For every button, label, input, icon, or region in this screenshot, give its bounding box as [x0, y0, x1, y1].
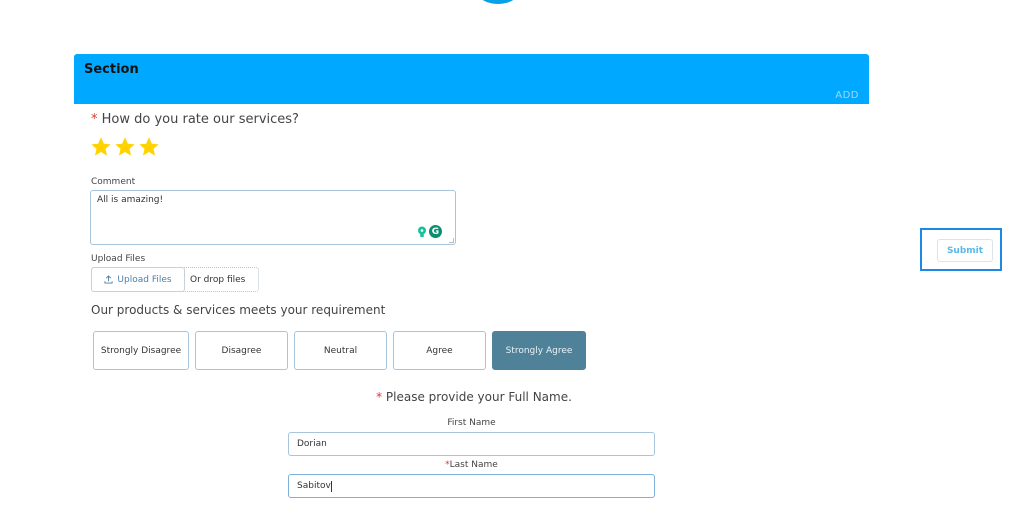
lightbulb-icon[interactable] — [417, 226, 427, 238]
last-name-value: Sabitov — [297, 481, 331, 491]
drop-files-text: Or drop files — [190, 274, 246, 285]
last-name-input[interactable]: Sabitov — [288, 474, 655, 498]
likert-scale: Strongly Disagree Disagree Neutral Agree… — [93, 331, 586, 370]
likert-option-strongly-disagree[interactable]: Strongly Disagree — [93, 331, 189, 370]
likert-question: Our products & services meets your requi… — [91, 303, 386, 317]
upload-icon — [104, 275, 113, 284]
upload-label: Upload Files — [91, 254, 146, 264]
star-icon[interactable] — [114, 136, 136, 158]
rating-question: * How do you rate our services? — [91, 112, 299, 127]
file-drop-zone[interactable]: Upload Files Or drop files — [91, 267, 259, 292]
required-mark: * — [376, 390, 383, 404]
resize-handle[interactable] — [449, 238, 454, 243]
upload-button-label: Upload Files — [117, 274, 172, 285]
add-button[interactable]: ADD — [835, 90, 859, 101]
comment-value: All is amazing! — [97, 195, 164, 205]
logo-circle — [477, 0, 519, 4]
grammarly-widget[interactable]: G — [414, 224, 445, 239]
star-rating[interactable] — [90, 136, 160, 158]
grammarly-icon[interactable]: G — [429, 225, 442, 238]
required-mark: * — [91, 112, 98, 127]
comment-label: Comment — [91, 177, 136, 187]
submit-focus-frame: Submit — [920, 228, 1002, 271]
first-name-input[interactable]: Dorian — [288, 432, 655, 456]
likert-option-agree[interactable]: Agree — [393, 331, 486, 370]
full-name-question: * Please provide your Full Name. — [0, 390, 948, 404]
star-icon[interactable] — [138, 136, 160, 158]
first-name-label: First Name — [447, 418, 496, 428]
submit-button[interactable]: Submit — [937, 239, 993, 262]
likert-option-disagree[interactable]: Disagree — [195, 331, 288, 370]
upload-files-button[interactable]: Upload Files — [91, 267, 185, 292]
rating-question-text: How do you rate our services? — [101, 112, 299, 127]
star-icon[interactable] — [90, 136, 112, 158]
section-header: Section ADD — [74, 54, 869, 104]
comment-textarea[interactable]: All is amazing! G — [90, 190, 456, 245]
text-caret — [330, 480, 332, 492]
last-name-label: *Last Name — [288, 460, 655, 470]
last-name-label-text: Last Name — [449, 460, 498, 470]
section-title: Section — [84, 62, 139, 77]
likert-option-neutral[interactable]: Neutral — [294, 331, 387, 370]
likert-option-strongly-agree[interactable]: Strongly Agree — [492, 331, 586, 370]
full-name-question-text: Please provide your Full Name. — [385, 390, 572, 404]
first-name-value: Dorian — [297, 439, 327, 449]
